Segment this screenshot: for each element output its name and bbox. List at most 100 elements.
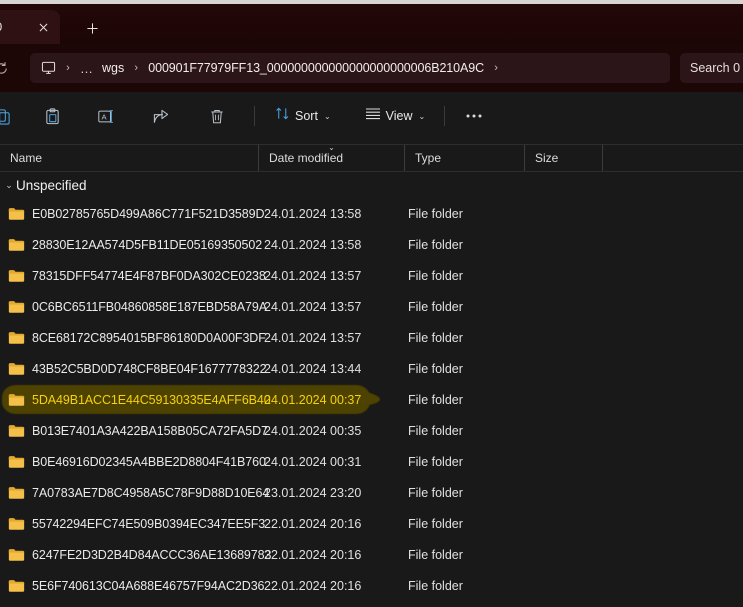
search-input[interactable]: Search 0 xyxy=(680,53,743,83)
table-row[interactable]: 28830E12AA574D5FB11DE05169350502 24.01.20… xyxy=(0,229,743,260)
chevron-down-icon: ⌄ xyxy=(418,111,426,121)
row-date-modified: 24.01.2024 13:58 xyxy=(264,206,362,221)
share-button[interactable] xyxy=(143,100,179,132)
row-name-cell: 43B52C5BD0D748CF8BE04F1677778322 xyxy=(0,362,267,376)
toolbar-divider-1 xyxy=(254,106,255,126)
row-type: File folder xyxy=(408,547,463,562)
file-list[interactable]: ⌄ Unspecified E0B02785765D499A86C771F521… xyxy=(0,172,743,607)
column-header-name-label: Name xyxy=(10,151,43,165)
file-rows: E0B02785765D499A86C771F521D3589D 24.01.20… xyxy=(0,198,743,601)
breadcrumb-separator-3[interactable]: › xyxy=(488,62,504,74)
this-pc-monitor-icon[interactable] xyxy=(36,56,60,80)
table-row[interactable]: E0B02785765D499A86C771F521D3589D 24.01.20… xyxy=(0,198,743,229)
row-name-text: 5DA49B1ACC1E44C59130335E4AFF6B40 xyxy=(32,392,271,407)
rename-button[interactable]: A xyxy=(88,100,124,132)
folder-icon xyxy=(8,486,25,500)
column-header-date-modified[interactable]: ⌄ Date modified xyxy=(258,144,404,171)
folder-icon xyxy=(8,207,25,221)
table-row[interactable]: 0C6BC6511FB04860858E187EBD58A79A 24.01.20… xyxy=(0,291,743,322)
row-date-modified: 24.01.2024 13:57 xyxy=(264,268,362,283)
table-row[interactable]: 78315DFF54774E4F87BF0DA302CE0238 24.01.20… xyxy=(0,260,743,291)
table-row[interactable]: 55742294EFC74E509B0394EC347EE5F3 22.01.20… xyxy=(0,508,743,539)
row-date-modified: 22.01.2024 20:16 xyxy=(264,516,362,531)
row-name-cell: 6247FE2D3D2B4D84ACCC36AE13689783 xyxy=(0,548,271,562)
folder-icon xyxy=(8,393,25,407)
group-title: Unspecified xyxy=(16,177,87,193)
row-name-cell: 5DA49B1ACC1E44C59130335E4AFF6B40 xyxy=(0,393,271,407)
column-header-date-label: Date modified xyxy=(269,151,344,165)
command-toolbar: A Sort ⌄ View ⌄ xyxy=(0,92,743,140)
column-headers: Name ⌄ Date modified Type Size xyxy=(0,144,743,172)
folder-icon xyxy=(8,269,25,283)
sort-button[interactable]: Sort ⌄ xyxy=(267,100,339,132)
table-row[interactable]: 7A0783AE7D8C4958A5C78F9D88D10E64 23.01.20… xyxy=(0,477,743,508)
close-icon[interactable] xyxy=(34,18,52,36)
breadcrumb-item-wgs[interactable]: wgs xyxy=(98,58,128,78)
breadcrumb-separator-2: › xyxy=(134,62,139,74)
table-row[interactable]: B013E7401A3A422BA158B05CA72FA5D7 24.01.20… xyxy=(0,415,743,446)
row-name-cell: B0E46916D02345A4BBE2D8804F41B760 xyxy=(0,455,266,469)
new-tab-button[interactable] xyxy=(80,16,104,40)
copy-button[interactable] xyxy=(0,100,20,132)
folder-icon xyxy=(8,362,25,376)
table-row[interactable]: 5DA49B1ACC1E44C59130335E4AFF6B40 24.01.20… xyxy=(0,384,743,415)
paste-button[interactable] xyxy=(34,100,70,132)
row-type: File folder xyxy=(408,485,463,500)
row-name-cell: B013E7401A3A422BA158B05CA72FA5D7 xyxy=(0,424,268,438)
row-date-modified: 23.01.2024 23:20 xyxy=(264,485,362,500)
row-date-modified: 24.01.2024 00:35 xyxy=(264,423,362,438)
row-type: File folder xyxy=(408,361,463,376)
more-options-button[interactable] xyxy=(456,100,492,132)
column-header-name[interactable]: Name xyxy=(0,145,258,171)
row-type: File folder xyxy=(408,237,463,252)
row-type: File folder xyxy=(408,454,463,469)
column-header-spacer xyxy=(602,145,743,171)
row-type: File folder xyxy=(408,330,463,345)
column-header-type[interactable]: Type xyxy=(404,145,524,171)
row-date-modified: 24.01.2024 00:37 xyxy=(264,392,362,407)
folder-icon xyxy=(8,300,25,314)
folder-icon xyxy=(8,455,25,469)
row-name-text: 28830E12AA574D5FB11DE05169350502 xyxy=(32,237,263,252)
column-header-size[interactable]: Size xyxy=(524,145,602,171)
row-name-cell: E0B02785765D499A86C771F521D3589D xyxy=(0,206,265,221)
folder-icon xyxy=(8,517,25,531)
svg-text:A: A xyxy=(102,112,108,121)
row-type: File folder xyxy=(408,206,463,221)
row-name-text: 5E6F740613C04A688E46757F94AC2D36 xyxy=(32,578,265,593)
row-date-modified: 24.01.2024 13:44 xyxy=(264,361,362,376)
column-header-size-label: Size xyxy=(535,151,559,165)
folder-icon xyxy=(8,548,25,562)
row-name-cell: 78315DFF54774E4F87BF0DA302CE0238 xyxy=(0,269,266,283)
refresh-icon[interactable] xyxy=(0,56,14,80)
row-type: File folder xyxy=(408,423,463,438)
table-row[interactable]: 6247FE2D3D2B4D84ACCC36AE13689783 22.01.20… xyxy=(0,539,743,570)
row-name-cell: 8CE68172C8954015BF86180D0A00F3DF xyxy=(0,331,266,345)
folder-icon xyxy=(8,238,25,252)
row-name-cell: 5E6F740613C04A688E46757F94AC2D36 xyxy=(0,578,265,593)
folder-icon xyxy=(8,424,25,438)
file-explorer-window: 00000 xyxy=(0,0,743,607)
row-type: File folder xyxy=(408,268,463,283)
view-label: View xyxy=(385,109,413,123)
breadcrumb[interactable]: › … wgs › 000901F77979FF13_0000000000000… xyxy=(30,53,670,83)
sort-icon xyxy=(275,106,290,126)
tab-active[interactable]: 00000 xyxy=(0,10,60,44)
title-bar: 00000 xyxy=(0,4,743,44)
view-button[interactable]: View ⌄ xyxy=(357,100,434,132)
delete-button[interactable] xyxy=(199,100,235,132)
table-row[interactable]: B0E46916D02345A4BBE2D8804F41B760 24.01.20… xyxy=(0,446,743,477)
breadcrumb-overflow-button[interactable]: … xyxy=(76,59,98,78)
breadcrumb-item-current-folder[interactable]: 000901F77979FF13_00000000000000000000000… xyxy=(144,58,488,78)
row-date-modified: 22.01.2024 20:16 xyxy=(264,578,362,593)
row-type: File folder xyxy=(408,299,463,314)
table-row[interactable]: 8CE68172C8954015BF86180D0A00F3DF 24.01.20… xyxy=(0,322,743,353)
address-bar: › … wgs › 000901F77979FF13_0000000000000… xyxy=(0,44,743,92)
group-header-unspecified[interactable]: ⌄ Unspecified xyxy=(0,172,743,198)
breadcrumb-separator-1: › xyxy=(66,62,70,74)
row-name-text: 55742294EFC74E509B0394EC347EE5F3 xyxy=(32,516,266,531)
row-name-text: E0B02785765D499A86C771F521D3589D xyxy=(32,206,265,221)
table-row[interactable]: 43B52C5BD0D748CF8BE04F1677778322 24.01.20… xyxy=(0,353,743,384)
table-row[interactable]: 5E6F740613C04A688E46757F94AC2D36 22.01.20… xyxy=(0,570,743,601)
toolbar-divider-2 xyxy=(444,106,446,126)
